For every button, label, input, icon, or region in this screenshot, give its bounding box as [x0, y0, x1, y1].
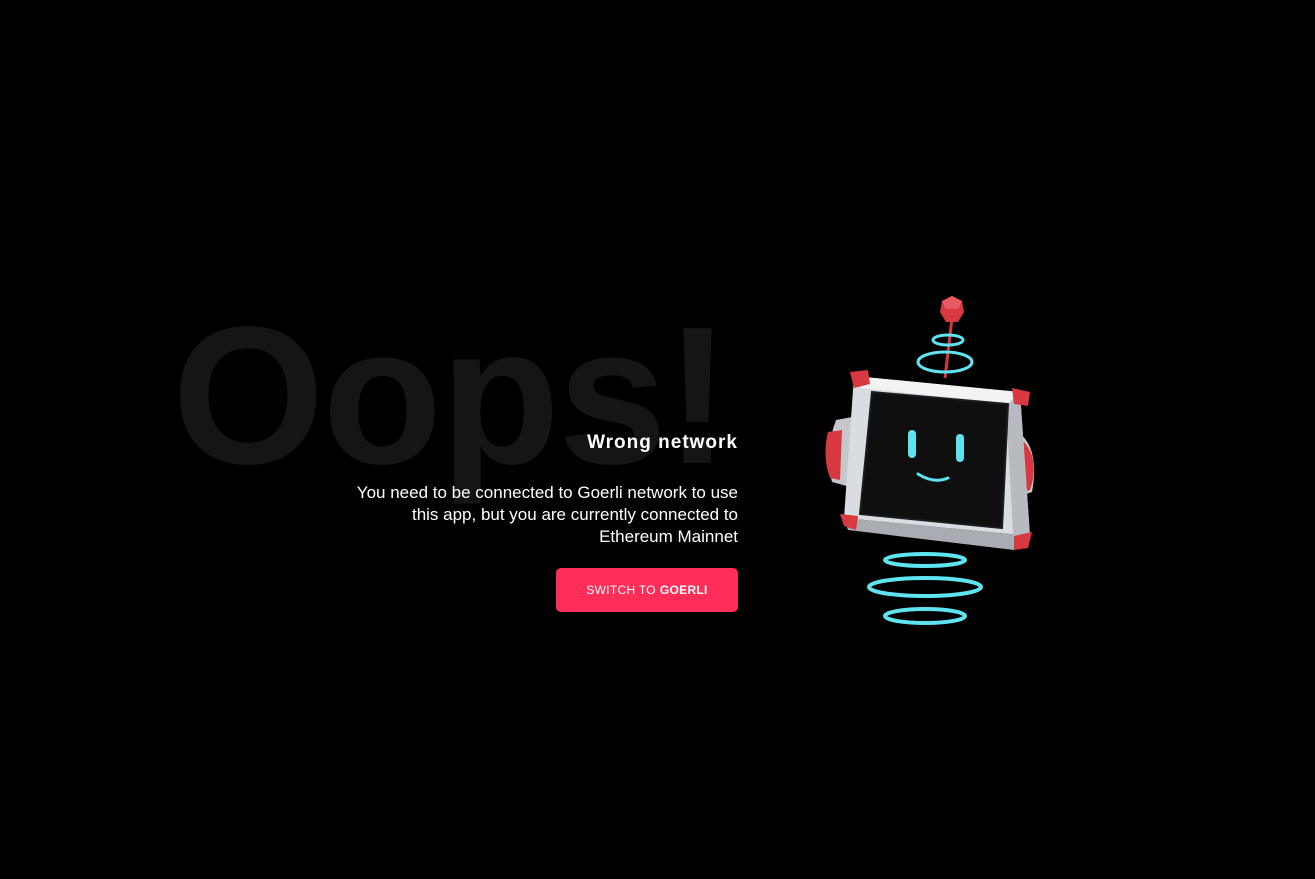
error-message: You need to be connected to Goerli netwo… [356, 483, 738, 546]
error-title: Wrong network [587, 432, 738, 453]
switch-button-prefix: SWITCH TO [586, 583, 656, 597]
robot-icon [825, 296, 1035, 625]
switch-network-button[interactable]: SWITCH TO GOERLI [556, 568, 738, 612]
error-content: Wrong network You need to be connected t… [338, 430, 738, 612]
wrong-network-page: Oops! Wrong network You need to be conne… [0, 0, 1315, 879]
switch-button-network: GOERLI [659, 583, 708, 597]
